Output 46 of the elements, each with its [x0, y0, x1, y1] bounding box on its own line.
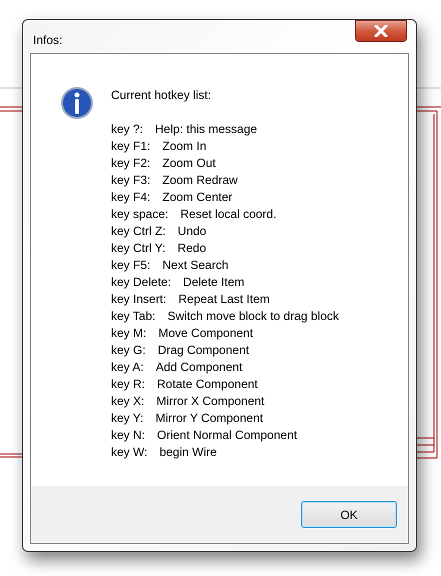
hotkey-action: Zoom Center — [162, 189, 232, 206]
hotkey-action: Orient Normal Component — [157, 427, 298, 444]
hotkey-action: Undo — [178, 223, 206, 240]
hotkey-key: key Insert: — [111, 291, 166, 308]
close-icon — [374, 25, 388, 37]
hotkey-action: Add Component — [156, 359, 242, 376]
hotkey-key: key Delete: — [111, 274, 172, 291]
window-title: Infos: — [33, 32, 62, 49]
hotkey-key: key F3: — [111, 172, 150, 189]
hotkey-key: key A: — [111, 359, 144, 376]
hotkey-key: key F2: — [111, 155, 150, 172]
hotkey-action: Zoom In — [162, 138, 206, 155]
hotkey-key: key ?: — [111, 121, 144, 138]
hotkey-action: Help: this message — [155, 121, 258, 138]
hotkey-key: key F4: — [111, 189, 150, 206]
message-heading: Current hotkey list: — [111, 87, 212, 104]
hotkey-key: key Ctrl Y: — [111, 240, 166, 257]
hotkey-key: key G: — [111, 342, 146, 359]
hotkey-action: Rotate Component — [157, 376, 258, 393]
info-icon — [60, 86, 94, 120]
close-button[interactable] — [355, 20, 407, 42]
hotkey-action: Delete Item — [183, 274, 244, 291]
ok-button[interactable]: OK — [301, 501, 397, 528]
hotkey-key: key W: — [111, 444, 148, 461]
hotkey-action: Redo — [177, 240, 206, 257]
hotkey-key: key F5: — [111, 257, 150, 274]
hotkey-key: key F1: — [111, 138, 150, 155]
hotkey-key: key R: — [111, 376, 146, 393]
hotkey-key: key N: — [111, 427, 146, 444]
hotkey-key: key space: — [111, 206, 168, 223]
hotkey-action: Switch move block to drag block — [167, 308, 339, 325]
hotkey-action: Move Component — [158, 325, 254, 342]
hotkey-action: Drag Component — [158, 342, 250, 359]
hotkey-action: Mirror Y Component — [155, 410, 264, 427]
hotkey-action: Next Search — [162, 257, 228, 274]
hotkey-key: key X: — [111, 393, 144, 410]
hotkey-action: Repeat Last Item — [178, 291, 270, 308]
hotkey-action: begin Wire — [159, 444, 217, 461]
hotkey-key: key M: — [111, 325, 146, 342]
hotkey-key: key Ctrl Z: — [111, 223, 166, 240]
hotkey-key: key Y: — [111, 410, 144, 427]
hotkey-action: Mirror X Component — [156, 393, 264, 410]
hotkey-action: Zoom Redraw — [162, 172, 238, 189]
hotkey-action: Reset local coord. — [180, 206, 276, 223]
hotkey-key: key Tab: — [111, 308, 156, 325]
hotkey-action: Zoom Out — [162, 155, 216, 172]
